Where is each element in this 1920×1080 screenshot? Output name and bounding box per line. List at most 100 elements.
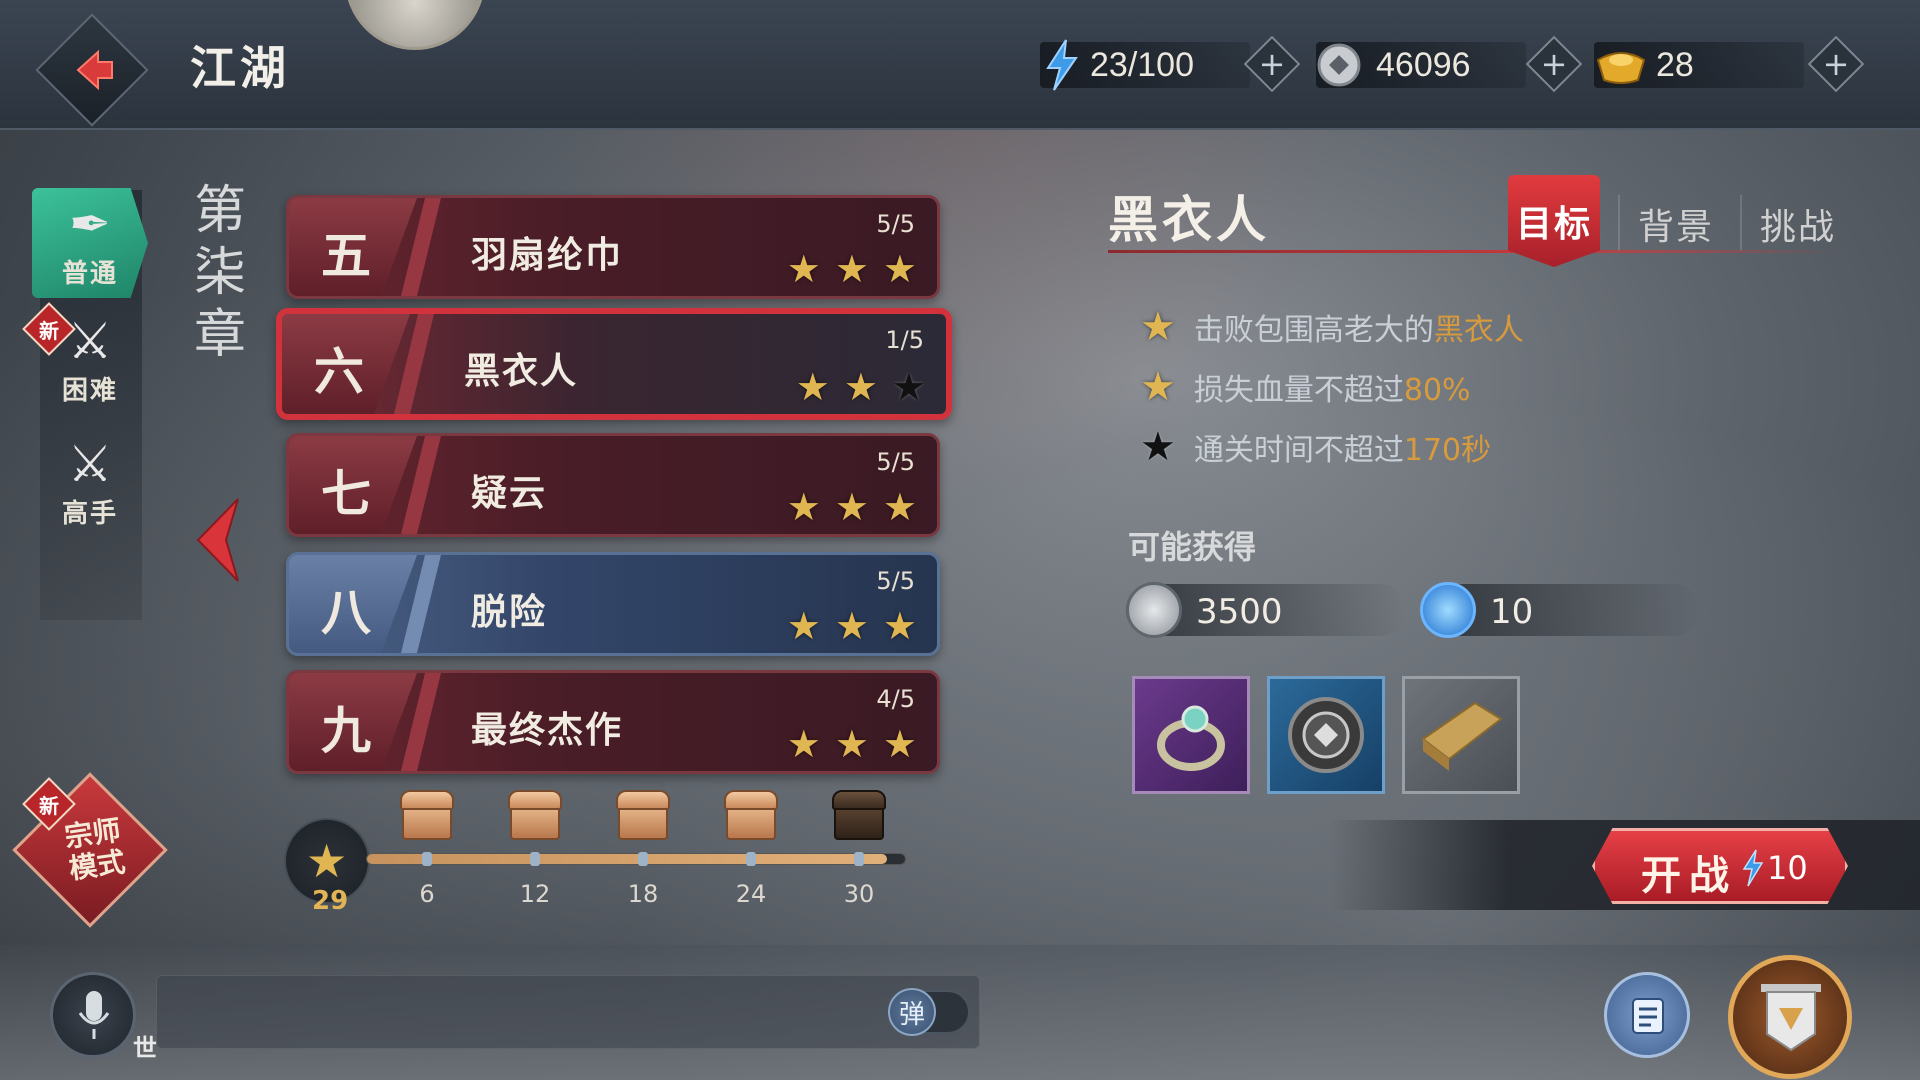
- crossed-swords-icon: ⚔: [67, 435, 113, 493]
- chest-lid: [832, 790, 886, 810]
- lightning-icon: [1046, 39, 1078, 91]
- objective-item: ★ 通关时间不超过170秒: [1140, 425, 1491, 469]
- add-ingots-button[interactable]: +: [1807, 35, 1865, 93]
- tab-objectives[interactable]: 目标: [1508, 175, 1600, 267]
- star-icon: ★: [834, 604, 869, 648]
- title-underline: [1108, 250, 1838, 253]
- star-progress-fill: [367, 854, 888, 864]
- milestone-marker: [638, 852, 648, 866]
- level-progress: 5/5: [876, 210, 915, 238]
- reward-item-badge[interactable]: [1267, 676, 1385, 794]
- avatar[interactable]: [345, 0, 485, 50]
- chest-icon[interactable]: [722, 790, 780, 842]
- chest-icon[interactable]: [398, 790, 456, 842]
- star-icon: ★: [882, 604, 917, 648]
- start-battle-label: 开战: [1641, 852, 1737, 899]
- chest-lid: [508, 790, 562, 810]
- plus-icon: +: [1540, 45, 1568, 83]
- chest-icon[interactable]: [830, 790, 888, 842]
- chest-lid: [400, 790, 454, 810]
- master-mode-label: 宗师 模式: [62, 813, 128, 886]
- coin-icon: [1126, 582, 1182, 638]
- task-scroll-button[interactable]: [1604, 972, 1690, 1058]
- level-number: 七: [321, 464, 371, 523]
- level-row[interactable]: 九最终杰作 4/5 ★ ★ ★: [286, 670, 940, 774]
- level-progress: 5/5: [876, 448, 915, 476]
- danmu-toggle[interactable]: 弹: [888, 988, 970, 1036]
- star-icon: ★: [1140, 424, 1176, 470]
- cloth-icon: [1421, 701, 1503, 771]
- level-row[interactable]: 六黑衣人 1/5 ★ ★ ★: [276, 308, 952, 420]
- star-icon: ★: [795, 365, 830, 409]
- objective-item: ★ 击败包围高老大的黑衣人: [1140, 305, 1524, 349]
- danmu-toggle-knob: 弹: [888, 988, 936, 1036]
- mode-tab-master[interactable]: ⚔ 高手: [32, 428, 148, 538]
- mode-tab-normal[interactable]: ✒ 普通: [32, 188, 148, 298]
- add-stamina-button[interactable]: +: [1243, 35, 1301, 93]
- reward-item-ring[interactable]: [1132, 676, 1250, 794]
- level-progress: 5/5: [876, 567, 915, 595]
- reward-exp-value: 10: [1490, 592, 1534, 632]
- coin-icon: [1317, 43, 1361, 87]
- objective-text: 击败包围高老大的: [1193, 313, 1434, 348]
- reward-item-cloth[interactable]: [1402, 676, 1520, 794]
- level-progress: 1/5: [885, 326, 924, 354]
- chapter-title: 第 柒 章: [193, 181, 246, 365]
- reward-coins: 3500: [1126, 582, 1406, 638]
- milestone-marker: [854, 852, 864, 866]
- stamina-display: 23/100: [1040, 39, 1250, 91]
- level-number: 六: [314, 342, 364, 401]
- milestone-marker: [530, 852, 540, 866]
- quill-icon: ✒: [69, 195, 111, 253]
- stamina-value: 23/100: [1090, 46, 1194, 84]
- tab-divider: [1618, 195, 1620, 250]
- chest-icon[interactable]: [506, 790, 564, 842]
- chest-icon[interactable]: [614, 790, 672, 842]
- level-stars: ★ ★ ★: [787, 607, 917, 645]
- chat-input[interactable]: [156, 975, 980, 1049]
- milestone-marker: [422, 852, 432, 866]
- star-total: ★ 29: [284, 818, 370, 916]
- add-coins-button[interactable]: +: [1525, 35, 1583, 93]
- star-icon: ★: [891, 365, 926, 409]
- level-row[interactable]: 五羽扇纶巾 5/5 ★ ★ ★: [286, 195, 940, 299]
- mode-label: 困难: [61, 376, 118, 406]
- plus-icon: +: [1258, 45, 1286, 83]
- objective-highlight: 80%: [1403, 373, 1471, 408]
- start-battle-button[interactable]: 开战 10: [1592, 828, 1848, 904]
- chest-lid: [724, 790, 778, 810]
- milestone-label: 12: [519, 880, 551, 908]
- objective-item: ★ 损失血量不超过80%: [1140, 365, 1471, 409]
- prev-chapter-button[interactable]: [190, 495, 244, 589]
- mode-label: 高手: [61, 499, 118, 529]
- mode-label: 普通: [61, 259, 118, 289]
- microphone-icon: [78, 991, 110, 1039]
- back-button[interactable]: [35, 13, 149, 127]
- level-progress: 4/5: [876, 685, 915, 713]
- star-icon: ★: [843, 365, 878, 409]
- star-icon: ★: [786, 604, 821, 648]
- tab-challenge[interactable]: 挑战: [1760, 198, 1836, 250]
- level-name: 脱险: [471, 591, 548, 633]
- milestone-label: 6: [419, 880, 435, 908]
- level-row[interactable]: 八脱险 5/5 ★ ★ ★: [286, 552, 940, 656]
- level-number: 五: [321, 226, 371, 285]
- level-name: 疑云: [471, 472, 548, 514]
- guild-banner-button[interactable]: [1728, 955, 1852, 1079]
- spirit-orb-icon: [1420, 582, 1476, 638]
- level-name: 羽扇纶巾: [471, 234, 624, 276]
- coins-display: 46096: [1316, 42, 1526, 88]
- level-number: 九: [321, 701, 371, 760]
- tab-background[interactable]: 背景: [1638, 198, 1714, 250]
- star-icon: ★: [882, 247, 917, 291]
- level-row[interactable]: 七 疑云 5/5 ★ ★ ★: [286, 433, 940, 537]
- level-stars: ★ ★ ★: [787, 488, 917, 526]
- ingots-display: 28: [1594, 42, 1804, 88]
- gold-ingot-icon: [1596, 52, 1646, 84]
- back-arrow-icon: [76, 49, 114, 91]
- scroll-icon: [1632, 998, 1664, 1034]
- objective-text: 损失血量不超过: [1193, 373, 1404, 408]
- star-icon: ★: [834, 485, 869, 529]
- milestone-marker: [746, 852, 756, 866]
- voice-button[interactable]: 世: [50, 972, 157, 1062]
